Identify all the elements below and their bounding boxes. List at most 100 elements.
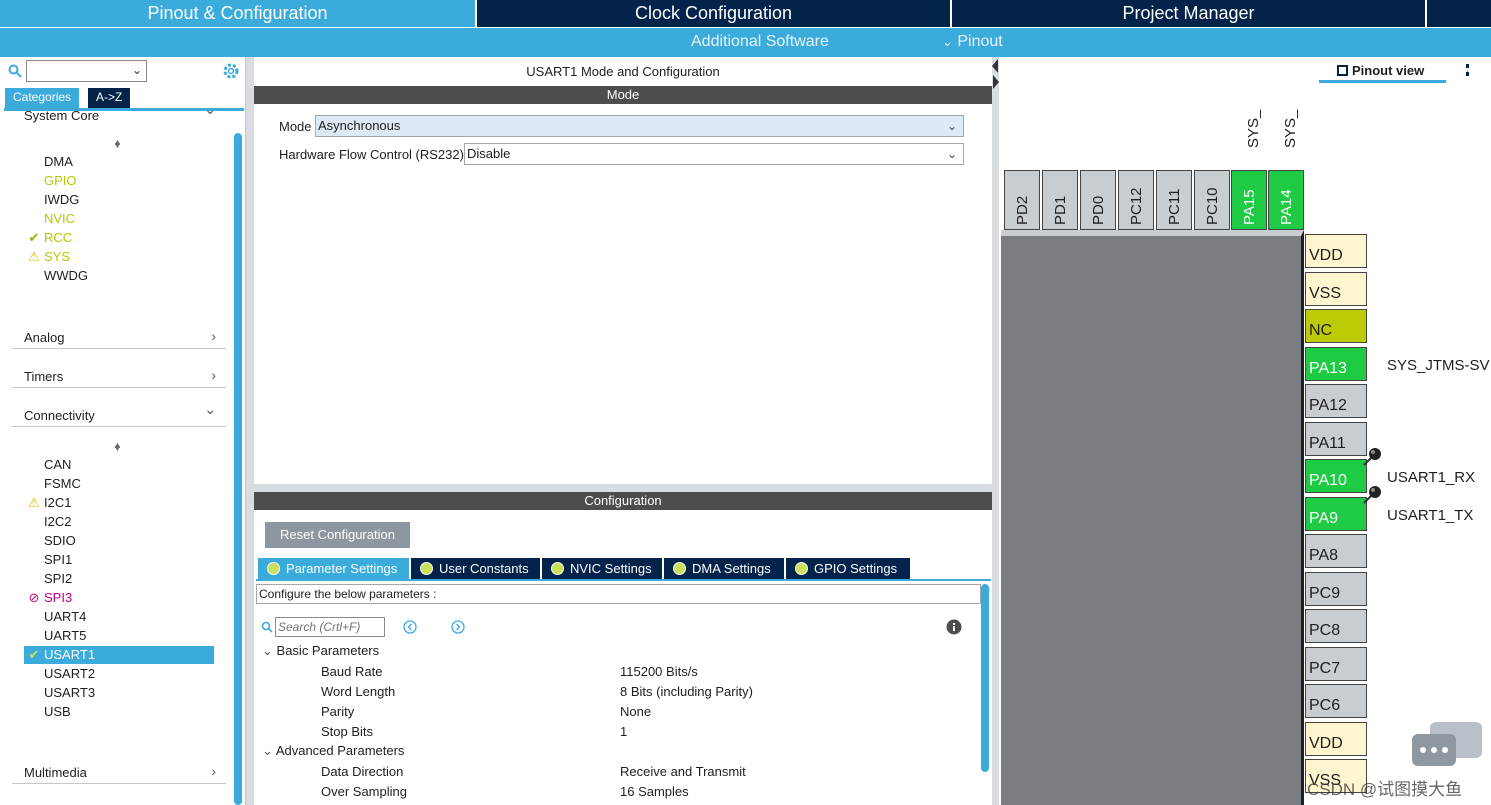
- category-search-combobox[interactable]: ⌄: [26, 60, 147, 82]
- pin-nc[interactable]: NC: [1305, 309, 1367, 343]
- tab-user-constants[interactable]: User Constants: [411, 558, 540, 580]
- chat-bubble-icon[interactable]: [1412, 722, 1482, 772]
- pin-pc9[interactable]: PC9: [1305, 572, 1367, 606]
- parameters-scrollbar[interactable]: [981, 584, 989, 772]
- param-value[interactable]: Receive and Transmit: [620, 764, 746, 779]
- category-item-iwdg[interactable]: IWDG: [24, 191, 214, 209]
- section-connectivity[interactable]: Connectivity ⌄: [12, 401, 226, 427]
- panel-title: USART1 Mode and Configuration: [526, 64, 720, 79]
- category-item-fsmc[interactable]: FSMC: [24, 475, 214, 493]
- flow-control-select[interactable]: Disable ⌄: [464, 143, 964, 165]
- splitter-left[interactable]: [246, 57, 254, 805]
- pin-vss[interactable]: VSS: [1305, 272, 1367, 306]
- tab-tools[interactable]: [1427, 0, 1491, 27]
- category-item-sdio[interactable]: SDIO: [24, 532, 214, 550]
- section-multimedia[interactable]: Multimedia ›: [12, 762, 226, 784]
- category-item-wwdg[interactable]: WWDG: [24, 267, 214, 285]
- category-item-usb[interactable]: USB: [24, 703, 214, 721]
- category-item-uart4[interactable]: UART4: [24, 608, 214, 626]
- category-item-label: SPI3: [44, 590, 73, 605]
- chevron-down-icon: ⌄: [131, 63, 142, 77]
- param-name: Data Direction: [321, 764, 404, 779]
- pin-pd1[interactable]: PD1: [1042, 170, 1078, 230]
- category-item-spi2[interactable]: SPI2: [24, 570, 214, 588]
- section-analog[interactable]: Analog ›: [12, 327, 226, 349]
- gear-icon[interactable]: [222, 62, 240, 80]
- param-name: Parity: [321, 704, 355, 719]
- pin-pc11[interactable]: PC11: [1156, 170, 1192, 230]
- category-item-label: SDIO: [44, 533, 76, 548]
- pin-pa9[interactable]: PA9: [1305, 497, 1367, 531]
- chevron-down-icon: ⌄: [262, 743, 273, 758]
- pin-pa13[interactable]: PA13: [1305, 347, 1367, 381]
- category-item-spi1[interactable]: SPI1: [24, 551, 214, 569]
- category-item-uart5[interactable]: UART5: [24, 627, 214, 645]
- tab-dma-settings[interactable]: DMA Settings: [664, 558, 784, 580]
- category-item-spi3[interactable]: ⊘ SPI3: [24, 589, 214, 607]
- param-value[interactable]: None: [620, 704, 651, 719]
- category-item-usart3[interactable]: USART3: [24, 684, 214, 702]
- blocked-icon: ⊘: [28, 590, 40, 605]
- system-view-icon[interactable]: [1466, 64, 1478, 76]
- category-item-usart2[interactable]: USART2: [24, 665, 214, 683]
- section-timers[interactable]: Timers ›: [12, 366, 226, 388]
- pin-pc7[interactable]: PC7: [1305, 647, 1367, 681]
- next-icon[interactable]: [451, 620, 465, 634]
- pin-pa11[interactable]: PA11: [1305, 422, 1367, 456]
- pin-pa15[interactable]: PA15: [1231, 170, 1267, 230]
- tab-a-to-z[interactable]: A->Z: [88, 88, 131, 108]
- parameter-search-input[interactable]: [275, 617, 385, 637]
- pin-pa14[interactable]: PA14: [1268, 170, 1304, 230]
- group-advanced-parameters[interactable]: ⌄ Advanced Parameters: [262, 743, 404, 759]
- pin-pc8[interactable]: PC8: [1305, 609, 1367, 643]
- pin-pc6[interactable]: PC6: [1305, 684, 1367, 718]
- category-item-gpio[interactable]: GPIO: [24, 172, 214, 190]
- tab-clock-configuration[interactable]: Clock Configuration: [477, 0, 950, 27]
- splitter-right[interactable]: [992, 57, 999, 805]
- param-value[interactable]: 115200 Bits/s: [620, 664, 698, 679]
- category-item-can[interactable]: CAN: [24, 456, 214, 474]
- category-item-i2c1[interactable]: ⚠ I2C1: [24, 494, 214, 512]
- category-item-label: IWDG: [44, 192, 80, 207]
- category-item-i2c2[interactable]: I2C2: [24, 513, 214, 531]
- pin-pa12[interactable]: PA12: [1305, 384, 1367, 418]
- tab-project-manager[interactable]: Project Manager: [952, 0, 1425, 27]
- category-item-usart1[interactable]: ✔ USART1: [24, 646, 214, 664]
- previous-icon[interactable]: [403, 620, 417, 634]
- reset-configuration-button[interactable]: Reset Configuration: [265, 522, 410, 548]
- tab-parameter-settings[interactable]: Parameter Settings: [258, 558, 409, 580]
- pin-pd0[interactable]: PD0: [1080, 170, 1116, 230]
- info-icon[interactable]: [946, 619, 962, 635]
- collapse-left-icon[interactable]: [992, 59, 998, 73]
- category-item-sys[interactable]: ⚠ SYS: [24, 248, 214, 266]
- category-item-rcc[interactable]: ✔ RCC: [24, 229, 214, 247]
- tab-gpio-settings[interactable]: GPIO Settings: [786, 558, 910, 580]
- category-item-label: USART3: [44, 685, 96, 700]
- pin-vdd[interactable]: VDD: [1305, 234, 1367, 268]
- section-system-core[interactable]: System Core ⌄: [12, 101, 226, 125]
- mode-select[interactable]: Asynchronous ⌄: [315, 115, 964, 137]
- pinout-view-tab[interactable]: Pinout view: [1337, 63, 1424, 78]
- pin-pd2[interactable]: PD2: [1004, 170, 1040, 230]
- pin-pc10[interactable]: PC10: [1194, 170, 1230, 230]
- category-item-dma[interactable]: DMA: [24, 153, 214, 171]
- pin-pc12[interactable]: PC12: [1118, 170, 1154, 230]
- pin-vdd[interactable]: VDD: [1305, 722, 1367, 756]
- pinout-menu[interactable]: ⌄ Pinout: [942, 28, 1003, 57]
- param-value[interactable]: 1: [620, 724, 627, 739]
- left-scrollbar[interactable]: [234, 133, 242, 805]
- pin-label: PC8: [1309, 622, 1341, 639]
- param-value[interactable]: 16 Samples: [620, 784, 689, 799]
- category-item-nvic[interactable]: NVIC: [24, 210, 214, 228]
- pin-pa8[interactable]: PA8: [1305, 534, 1367, 568]
- pin-label: PC6: [1309, 697, 1341, 714]
- pin-pa10[interactable]: PA10: [1305, 459, 1367, 493]
- param-value[interactable]: 8 Bits (including Parity): [620, 684, 753, 699]
- tab-categories[interactable]: Categories: [5, 88, 80, 108]
- group-basic-parameters[interactable]: ⌄ Basic Parameters: [262, 643, 379, 659]
- splitter-horizontal[interactable]: [254, 484, 992, 492]
- additional-software-menu[interactable]: Additional Software: [691, 28, 829, 57]
- tab-pinout-configuration[interactable]: Pinout & Configuration: [0, 0, 475, 27]
- tab-label: DMA Settings: [692, 561, 771, 576]
- tab-nvic-settings[interactable]: NVIC Settings: [542, 558, 662, 580]
